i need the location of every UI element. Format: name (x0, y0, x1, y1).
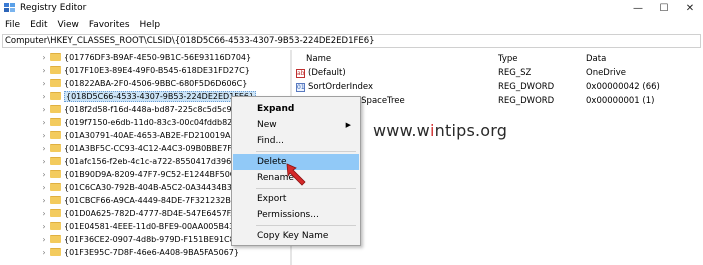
folder-icon (50, 222, 61, 230)
context-menu-export[interactable]: Export (233, 191, 359, 207)
registry-editor-icon (4, 3, 16, 13)
folder-icon (50, 105, 61, 113)
chevron-right-icon[interactable]: › (40, 105, 48, 114)
column-header-data[interactable]: Data (586, 54, 606, 64)
chevron-right-icon[interactable]: › (40, 222, 48, 231)
folder-icon (50, 157, 61, 165)
menu-help[interactable]: Help (135, 20, 166, 30)
context-menu-expand[interactable]: Expand (233, 101, 359, 117)
folder-icon (50, 53, 61, 61)
chevron-right-icon[interactable]: › (40, 118, 48, 127)
menu-separator (256, 225, 356, 226)
value-name: SortOrderIndex (308, 82, 373, 92)
folder-icon (50, 79, 61, 87)
tree-item[interactable]: › {01776DF3-B9AF-4E50-9B1C-56E93116D704} (0, 51, 290, 63)
dword-value-icon: 01 (296, 83, 305, 92)
chevron-right-icon[interactable]: › (40, 92, 48, 101)
column-header-type[interactable]: Type (498, 54, 518, 64)
menu-file[interactable]: File (0, 20, 25, 30)
folder-icon (50, 248, 61, 256)
chevron-right-icon[interactable]: › (40, 53, 48, 62)
value-type: REG_DWORD (498, 96, 555, 106)
context-menu-permissions[interactable]: Permissions... (233, 207, 359, 223)
chevron-right-icon[interactable]: › (40, 248, 48, 257)
chevron-right-icon[interactable]: › (40, 235, 48, 244)
watermark: www.wintips.org (373, 121, 508, 140)
folder-icon (50, 92, 61, 100)
context-menu-copy-key-name[interactable]: Copy Key Name (233, 228, 359, 244)
folder-icon (50, 131, 61, 139)
tree-item[interactable]: › {01F3E95C-7D8F-46e6-A408-9BA5FA5067} (0, 246, 290, 258)
title-bar: Registry Editor — ☐ ✕ (0, 0, 703, 16)
folder-icon (50, 118, 61, 126)
value-data: 0x00000042 (66) (586, 82, 660, 92)
value-row[interactable]: ab (Default) REG_SZ OneDrive (292, 68, 703, 80)
folder-icon (50, 235, 61, 243)
chevron-right-icon[interactable]: › (40, 196, 48, 205)
chevron-right-icon[interactable]: › (40, 66, 48, 75)
tree-item[interactable]: › {01822ABA-2F0-4506-9BBC-680F5D6D606C} (0, 77, 290, 89)
chevron-right-icon[interactable]: › (40, 209, 48, 218)
value-name: (Default) (308, 68, 346, 78)
folder-icon (50, 170, 61, 178)
window-title: Registry Editor (20, 3, 87, 13)
chevron-right-icon[interactable]: › (40, 131, 48, 140)
values-column-headers: Name Type Data (292, 52, 703, 65)
value-data: OneDrive (586, 68, 626, 78)
chevron-right-icon[interactable]: › (40, 79, 48, 88)
red-arrow-icon (286, 163, 306, 186)
context-menu-new[interactable]: New ▶ (233, 117, 359, 133)
column-header-name[interactable]: Name (306, 54, 331, 64)
folder-icon (50, 196, 61, 204)
string-value-icon: ab (296, 69, 305, 78)
chevron-right-icon[interactable]: › (40, 183, 48, 192)
tree-item[interactable]: › {017F10E3-89E4-49F0-B545-618DE31FD27C} (0, 64, 290, 76)
window-controls: — ☐ ✕ (625, 0, 703, 16)
folder-icon (50, 66, 61, 74)
menu-edit[interactable]: Edit (25, 20, 52, 30)
folder-icon (50, 144, 61, 152)
value-type: REG_SZ (498, 68, 532, 78)
chevron-right-icon[interactable]: › (40, 144, 48, 153)
menu-favorites[interactable]: Favorites (84, 20, 135, 30)
address-bar[interactable]: Computer\HKEY_CLASSES_ROOT\CLSID\{018D5C… (2, 34, 701, 48)
maximize-button[interactable]: ☐ (651, 0, 677, 16)
minimize-button[interactable]: — (625, 0, 651, 16)
folder-icon (50, 209, 61, 217)
menu-view[interactable]: View (53, 20, 84, 30)
value-data: 0x00000001 (1) (586, 96, 655, 106)
chevron-right-icon[interactable]: › (40, 157, 48, 166)
menu-separator (256, 151, 356, 152)
context-menu-find[interactable]: Find... (233, 133, 359, 149)
submenu-arrow-icon: ▶ (345, 121, 351, 129)
close-button[interactable]: ✕ (677, 0, 703, 16)
value-row[interactable]: 01 SortOrderIndex REG_DWORD 0x00000042 (… (292, 82, 703, 94)
value-type: REG_DWORD (498, 82, 555, 92)
chevron-right-icon[interactable]: › (40, 170, 48, 179)
menu-bar: File Edit View Favorites Help (0, 16, 703, 33)
folder-icon (50, 183, 61, 191)
menu-separator (256, 188, 356, 189)
